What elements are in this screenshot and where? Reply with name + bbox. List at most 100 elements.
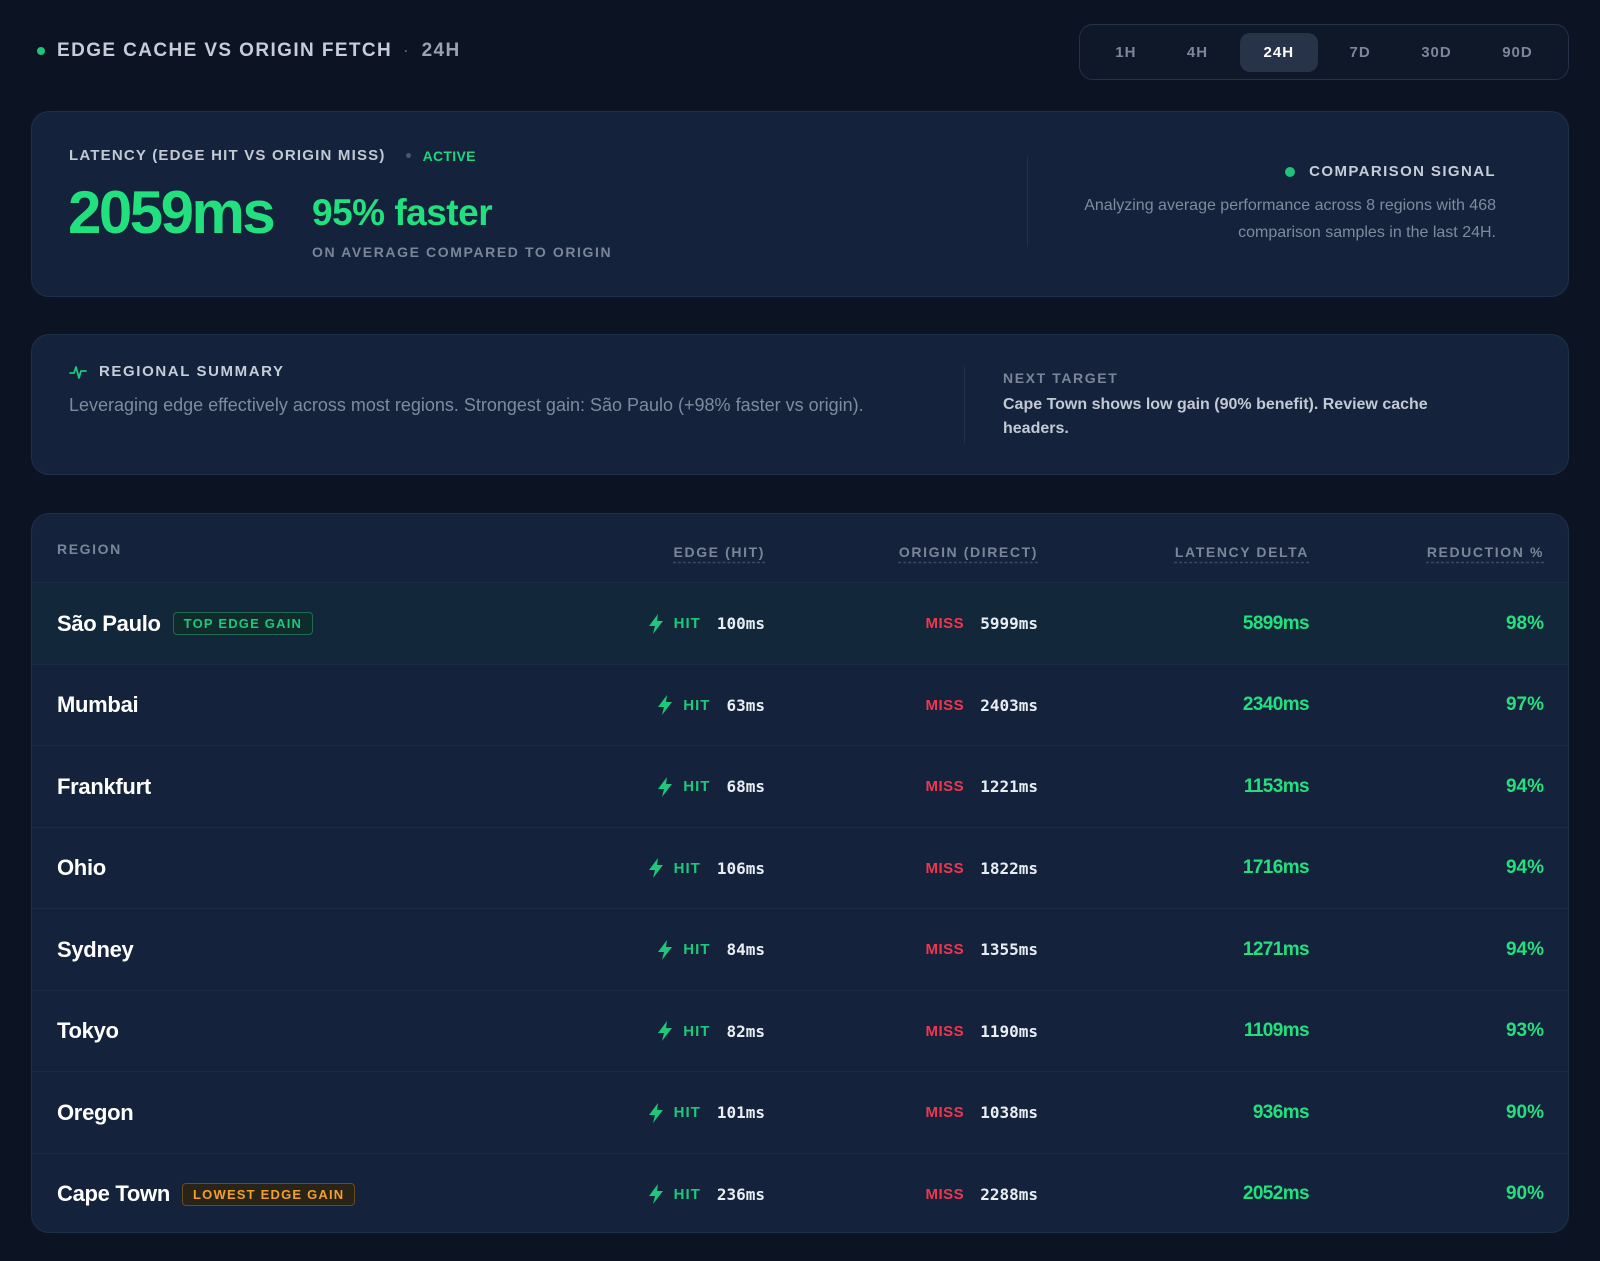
edge-latency: 236ms xyxy=(716,1184,765,1204)
summary-divider xyxy=(964,367,965,443)
latency-delta: 1109ms xyxy=(1243,1020,1310,1041)
region-name: Oregon xyxy=(57,1099,134,1125)
column-header-reduction[interactable]: REDUCTION % xyxy=(1427,544,1544,560)
table-row[interactable]: Sydney HIT 84ms MISS 1355ms 1271ms 94% xyxy=(32,908,1568,990)
range-tab-1h[interactable]: 1H xyxy=(1096,33,1155,72)
bolt-icon xyxy=(648,613,663,634)
column-header-edge[interactable]: EDGE (HIT) xyxy=(674,544,765,560)
average-latency-value: 2059ms xyxy=(68,179,276,246)
latency-delta: 1153ms xyxy=(1243,775,1310,797)
speed-gain-value: 95% faster xyxy=(312,192,493,233)
delta-cell: 1109ms xyxy=(1243,991,1310,1072)
hit-label: HIT xyxy=(683,1022,711,1040)
edge-cell: HIT 82ms xyxy=(657,991,765,1072)
origin-latency: 2288ms xyxy=(980,1184,1038,1204)
region-cell: Sydney xyxy=(57,909,134,990)
table-row[interactable]: São Paulo TOP EDGE GAIN HIT 100ms MISS 5… xyxy=(32,582,1568,664)
time-range-selector: 1H 4H 24H 7D 30D 90D xyxy=(1079,24,1569,80)
reduction-cell: 94% xyxy=(1506,828,1544,909)
edge-cell: HIT 101ms xyxy=(648,1072,765,1153)
hit-label: HIT xyxy=(673,859,701,877)
edge-cell: HIT 106ms xyxy=(648,828,765,909)
reduction-percent: 94% xyxy=(1505,938,1544,960)
origin-latency: 1355ms xyxy=(980,940,1038,959)
column-header-origin[interactable]: ORIGIN (DIRECT) xyxy=(899,544,1038,560)
region-name: São Paulo xyxy=(57,610,161,636)
delta-cell: 1271ms xyxy=(1242,909,1310,990)
origin-cell: MISS 2288ms xyxy=(926,1154,1038,1233)
region-name: Mumbai xyxy=(57,692,139,717)
reduction-cell: 94% xyxy=(1506,746,1544,827)
range-tab-24h[interactable]: 24H xyxy=(1239,32,1319,72)
delta-cell: 2052ms xyxy=(1243,1154,1310,1233)
column-header-region[interactable]: REGION xyxy=(57,541,122,557)
origin-cell: MISS 2403ms xyxy=(926,665,1038,746)
delta-cell: 936ms xyxy=(1253,1072,1310,1153)
lowest-gain-badge: LOWEST EDGE GAIN xyxy=(182,1182,356,1206)
origin-cell: MISS 1221ms xyxy=(926,746,1038,827)
reduction-cell: 90% xyxy=(1506,1154,1544,1233)
speed-gain-caption: ON AVERAGE COMPARED TO ORIGIN xyxy=(312,244,613,260)
delta-cell: 1716ms xyxy=(1242,828,1310,909)
region-cell: Ohio xyxy=(57,828,106,909)
table-body: São Paulo TOP EDGE GAIN HIT 100ms MISS 5… xyxy=(32,582,1568,1233)
delta-cell: 5899ms xyxy=(1242,583,1310,664)
region-cell: Frankfurt xyxy=(57,746,151,827)
signal-dot-icon xyxy=(1285,166,1296,177)
region-cell: Oregon xyxy=(57,1072,134,1153)
miss-label: MISS xyxy=(925,696,965,714)
latency-hero-card: LATENCY (EDGE HIT VS ORIGIN MISS) ACTIVE… xyxy=(31,111,1569,297)
range-tab-30d[interactable]: 30D xyxy=(1402,33,1471,72)
column-header-delta[interactable]: LATENCY DELTA xyxy=(1175,544,1309,560)
table-row[interactable]: Ohio HIT 106ms MISS 1822ms 1716ms 94% xyxy=(32,826,1568,909)
bolt-icon xyxy=(648,858,663,878)
table-row[interactable]: Mumbai HIT 63ms MISS 2403ms 2340ms 97% xyxy=(32,663,1568,746)
hit-label: HIT xyxy=(673,1185,701,1203)
table-row[interactable]: Frankfurt HIT 68ms MISS 1221ms 1153ms 94… xyxy=(32,745,1568,827)
comparison-signal-text: Analyzing average performance across 8 r… xyxy=(1084,197,1496,241)
pulse-icon xyxy=(69,365,87,379)
status-badge: ACTIVE xyxy=(422,147,476,164)
reduction-percent: 98% xyxy=(1505,612,1544,634)
signal-title-text: COMPARISON SIGNAL xyxy=(1309,163,1496,180)
origin-cell: MISS 1190ms xyxy=(926,991,1038,1072)
bolt-icon xyxy=(658,939,673,960)
title-separator: · xyxy=(404,44,410,58)
miss-label: MISS xyxy=(925,941,965,958)
edge-latency: 100ms xyxy=(716,614,765,633)
region-name: Frankfurt xyxy=(57,773,151,799)
hit-label: HIT xyxy=(673,615,701,632)
label-separator-dot xyxy=(405,153,411,158)
origin-latency: 1038ms xyxy=(980,1103,1038,1122)
edge-cell: HIT 100ms xyxy=(648,583,765,664)
reduction-cell: 97% xyxy=(1506,665,1544,746)
edge-latency: 106ms xyxy=(716,858,765,878)
comparison-signal-title: COMPARISON SIGNAL xyxy=(1285,163,1496,180)
latency-delta: 1716ms xyxy=(1242,857,1310,878)
reduction-percent: 93% xyxy=(1505,1020,1544,1041)
region-name: Sydney xyxy=(57,936,134,962)
table-row[interactable]: Oregon HIT 101ms MISS 1038ms 936ms 90% xyxy=(32,1071,1568,1153)
latency-delta: 1271ms xyxy=(1242,938,1310,960)
table-header: REGION EDGE (HIT) ORIGIN (DIRECT) LATENC… xyxy=(32,514,1568,582)
next-target-label: NEXT TARGET xyxy=(1003,370,1119,386)
miss-label: MISS xyxy=(925,615,965,632)
reduction-percent: 94% xyxy=(1505,775,1544,797)
edge-cell: HIT 63ms xyxy=(657,665,765,746)
origin-cell: MISS 1038ms xyxy=(926,1072,1038,1153)
origin-cell: MISS 1355ms xyxy=(926,909,1038,990)
edge-cell: HIT 236ms xyxy=(648,1154,765,1233)
table-row[interactable]: Tokyo HIT 82ms MISS 1190ms 1109ms 93% xyxy=(32,989,1568,1072)
reduction-percent: 94% xyxy=(1505,857,1544,878)
range-tab-4h[interactable]: 4H xyxy=(1168,33,1227,72)
latency-delta: 5899ms xyxy=(1242,612,1310,634)
region-name: Ohio xyxy=(57,855,106,880)
range-tab-7d[interactable]: 7D xyxy=(1331,33,1390,72)
reduction-cell: 93% xyxy=(1506,991,1544,1072)
range-tab-90d[interactable]: 90D xyxy=(1483,33,1552,72)
origin-latency: 5999ms xyxy=(980,614,1038,633)
region-name: Cape Town xyxy=(57,1181,171,1206)
table-row[interactable]: Cape Town LOWEST EDGE GAIN HIT 236ms MIS… xyxy=(32,1152,1568,1233)
origin-cell: MISS 5999ms xyxy=(926,583,1038,664)
miss-label: MISS xyxy=(925,778,965,795)
